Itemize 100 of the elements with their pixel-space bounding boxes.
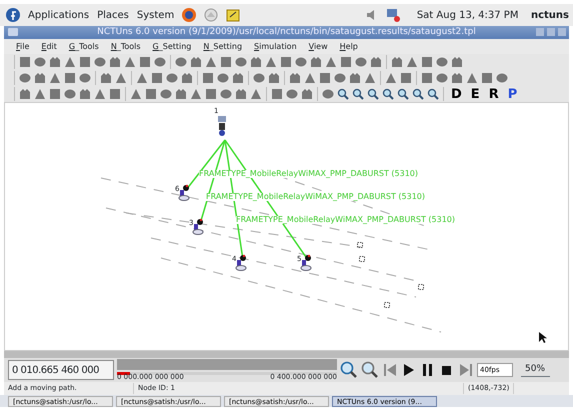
zoom-icon[interactable] — [397, 88, 409, 100]
zoom-icon[interactable] — [367, 88, 379, 100]
tower-icon[interactable] — [49, 72, 61, 84]
menu-item[interactable]: Simulation — [254, 40, 297, 52]
network-icon[interactable] — [386, 8, 400, 22]
blob-icon[interactable] — [160, 88, 172, 100]
zoom-icon[interactable] — [337, 88, 349, 100]
square-icon[interactable] — [340, 56, 352, 68]
blob-icon[interactable] — [64, 88, 76, 100]
square-icon[interactable] — [421, 56, 433, 68]
device-icon[interactable] — [190, 56, 202, 68]
device-icon[interactable] — [310, 56, 322, 68]
blob-icon[interactable] — [19, 72, 31, 84]
blob-icon[interactable] — [436, 72, 448, 84]
zoom-icon[interactable] — [352, 88, 364, 100]
zoom-level[interactable]: 50% — [520, 362, 550, 378]
mobile-station-icon[interactable] — [178, 184, 190, 201]
tower-icon[interactable] — [205, 56, 217, 68]
device-icon[interactable] — [79, 88, 91, 100]
square-icon[interactable] — [151, 72, 163, 84]
mode-button[interactable]: P — [504, 88, 520, 100]
square-icon[interactable] — [421, 72, 433, 84]
menu-item[interactable]: View — [308, 40, 328, 52]
panel-menu[interactable]: Places — [97, 8, 129, 22]
blob-icon[interactable] — [322, 88, 334, 100]
zoom-icon[interactable] — [427, 88, 439, 100]
mode-button[interactable]: E — [468, 88, 483, 100]
tower-icon[interactable] — [190, 88, 202, 100]
menu-item[interactable]: Help — [340, 40, 358, 52]
horizontal-scrollbar[interactable] — [4, 351, 569, 358]
tower-icon[interactable] — [130, 88, 142, 100]
device-icon[interactable] — [235, 88, 247, 100]
blob-icon[interactable] — [295, 56, 307, 68]
waypoint-icon[interactable] — [359, 256, 365, 262]
square-icon[interactable] — [145, 88, 157, 100]
square-icon[interactable] — [49, 88, 61, 100]
mobile-station-icon[interactable] — [192, 218, 204, 235]
square-icon[interactable] — [271, 88, 283, 100]
tower-icon[interactable] — [64, 56, 76, 68]
blob-icon[interactable] — [436, 56, 448, 68]
timeline-track[interactable] — [117, 359, 337, 370]
device-icon[interactable] — [100, 72, 112, 84]
panel-menu[interactable]: Applications — [28, 8, 90, 22]
blob-icon[interactable] — [154, 56, 166, 68]
blob-icon[interactable] — [355, 56, 367, 68]
waypoint-icon[interactable] — [384, 302, 390, 308]
square-icon[interactable] — [481, 72, 493, 84]
device-icon[interactable] — [250, 56, 262, 68]
device-icon[interactable] — [34, 72, 46, 84]
square-icon[interactable] — [205, 88, 217, 100]
blob-icon[interactable] — [217, 72, 229, 84]
tower-icon[interactable] — [364, 72, 376, 84]
blob-icon[interactable] — [220, 88, 232, 100]
zoom-icon[interactable] — [382, 88, 394, 100]
square-icon[interactable] — [400, 72, 412, 84]
menu-item[interactable]: Edit — [41, 40, 57, 52]
tower-icon[interactable] — [385, 72, 397, 84]
zoom-out-icon[interactable] — [361, 361, 379, 379]
notes-icon[interactable] — [226, 8, 240, 22]
device-icon[interactable] — [301, 88, 313, 100]
device-icon[interactable] — [451, 56, 463, 68]
tower-icon[interactable] — [34, 88, 46, 100]
blob-icon[interactable] — [166, 72, 178, 84]
square-icon[interactable] — [319, 72, 331, 84]
device-icon[interactable] — [370, 56, 382, 68]
tower-icon[interactable] — [136, 72, 148, 84]
square-icon[interactable] — [19, 56, 31, 68]
mode-button[interactable]: R — [486, 88, 502, 100]
device-icon[interactable] — [175, 88, 187, 100]
blob-icon[interactable] — [175, 56, 187, 68]
base-station-icon[interactable] — [217, 116, 229, 137]
device-icon[interactable] — [109, 56, 121, 68]
blob-icon[interactable] — [253, 72, 265, 84]
blob-icon[interactable] — [334, 72, 346, 84]
blob-icon[interactable] — [235, 56, 247, 68]
mode-button[interactable]: D — [448, 88, 465, 100]
square-icon[interactable] — [220, 56, 232, 68]
square-icon[interactable] — [139, 56, 151, 68]
device-icon[interactable] — [181, 72, 193, 84]
device-icon[interactable] — [232, 72, 244, 84]
tower-icon[interactable] — [250, 88, 262, 100]
fedora-logo-icon[interactable] — [6, 8, 20, 22]
menu-item[interactable]: File — [16, 40, 30, 52]
device-icon[interactable] — [49, 56, 61, 68]
tower-icon[interactable] — [325, 56, 337, 68]
square-icon[interactable] — [79, 56, 91, 68]
zoom-icon[interactable] — [412, 88, 424, 100]
tower-icon[interactable] — [466, 72, 478, 84]
device-icon[interactable] — [268, 72, 280, 84]
device-icon[interactable] — [289, 72, 301, 84]
menu-item[interactable]: G_Tools — [68, 40, 99, 52]
square-icon[interactable] — [280, 56, 292, 68]
device-icon[interactable] — [391, 56, 403, 68]
waypoint-icon[interactable] — [357, 242, 363, 248]
blob-icon[interactable] — [94, 56, 106, 68]
browser-icon[interactable] — [182, 8, 196, 22]
square-icon[interactable] — [109, 88, 121, 100]
square-icon[interactable] — [64, 72, 76, 84]
blob-icon[interactable] — [496, 72, 508, 84]
device-icon[interactable] — [19, 88, 31, 100]
